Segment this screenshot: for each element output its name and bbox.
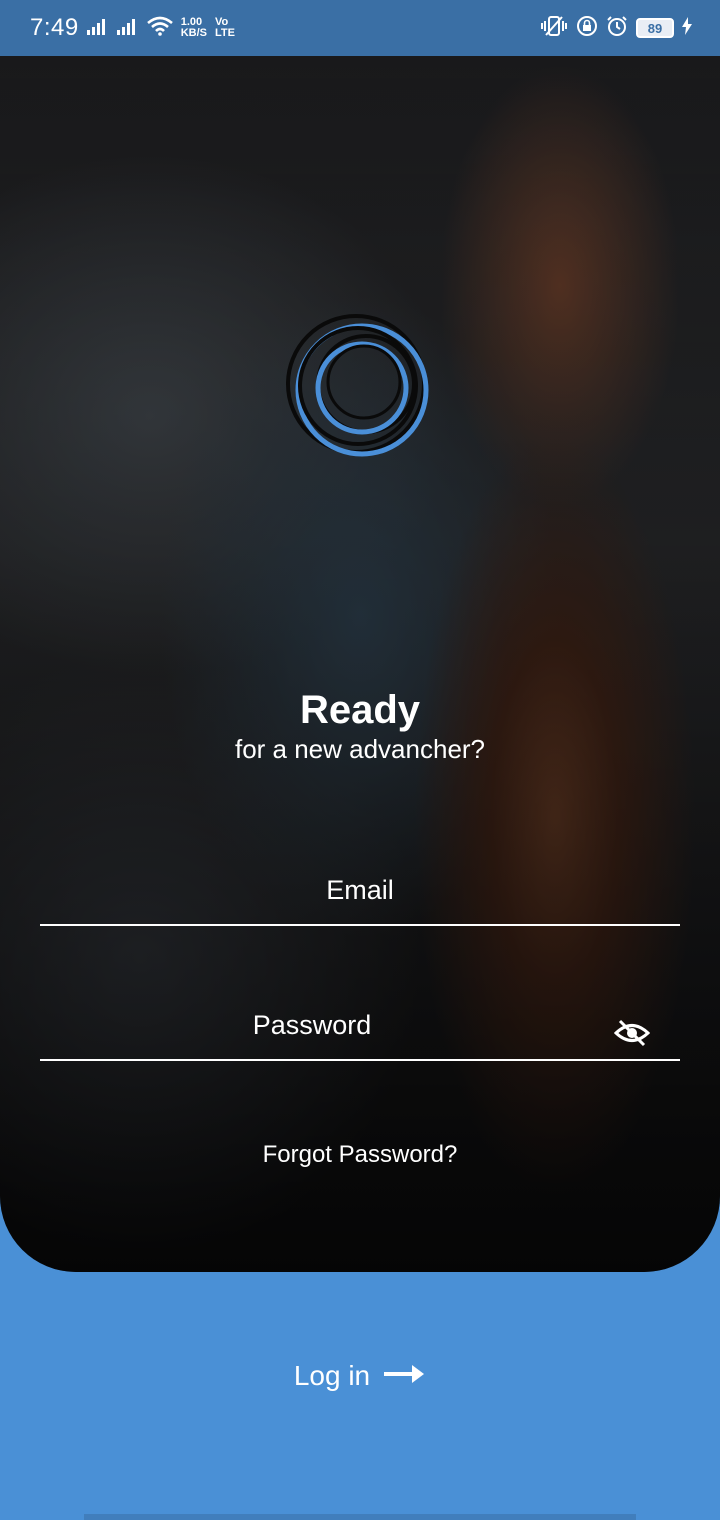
battery-icon: 89 xyxy=(636,18,674,38)
login-screen: 7:49 1.00 KB/S Vo LTE 89 Ready for a new… xyxy=(0,0,720,1520)
alarm-icon xyxy=(606,15,628,42)
hero-subtitle: for a new advancher? xyxy=(234,734,486,764)
login-label: Log in xyxy=(293,1360,371,1391)
email-field xyxy=(40,856,680,926)
signal-icon xyxy=(86,17,109,40)
charging-icon xyxy=(682,16,692,40)
headline: Ready for a new advancher? xyxy=(0,686,720,764)
password-input[interactable] xyxy=(40,991,680,1059)
volte-indicator: Vo LTE xyxy=(215,17,235,39)
status-time: 7:49 xyxy=(30,14,79,41)
wifi-icon xyxy=(146,16,173,41)
hero-background-photo: Ready for a new advancher? Forgot Passwo… xyxy=(0,56,720,1272)
eye-off-icon[interactable] xyxy=(612,1013,652,1053)
hero-overlay xyxy=(0,56,720,1272)
password-field xyxy=(40,991,680,1061)
arrow-right-icon xyxy=(384,1360,426,1392)
network-speed: 1.00 KB/S xyxy=(181,17,207,39)
vibrate-icon xyxy=(540,15,568,42)
spiral-logo-icon xyxy=(286,314,429,457)
navigation-bar-hint xyxy=(84,1514,636,1520)
status-bar: 7:49 1.00 KB/S Vo LTE 89 xyxy=(0,0,720,56)
speed-unit: KB/S xyxy=(180,27,207,39)
signal-icon xyxy=(116,17,139,40)
forgot-password-link[interactable]: Forgot Password? xyxy=(0,1141,720,1169)
hero-title: Ready xyxy=(299,688,421,732)
login-button[interactable]: Log in xyxy=(0,1360,720,1392)
email-input[interactable] xyxy=(40,856,680,924)
rotation-lock-icon xyxy=(576,15,598,42)
volte-bottom: LTE xyxy=(215,27,235,39)
